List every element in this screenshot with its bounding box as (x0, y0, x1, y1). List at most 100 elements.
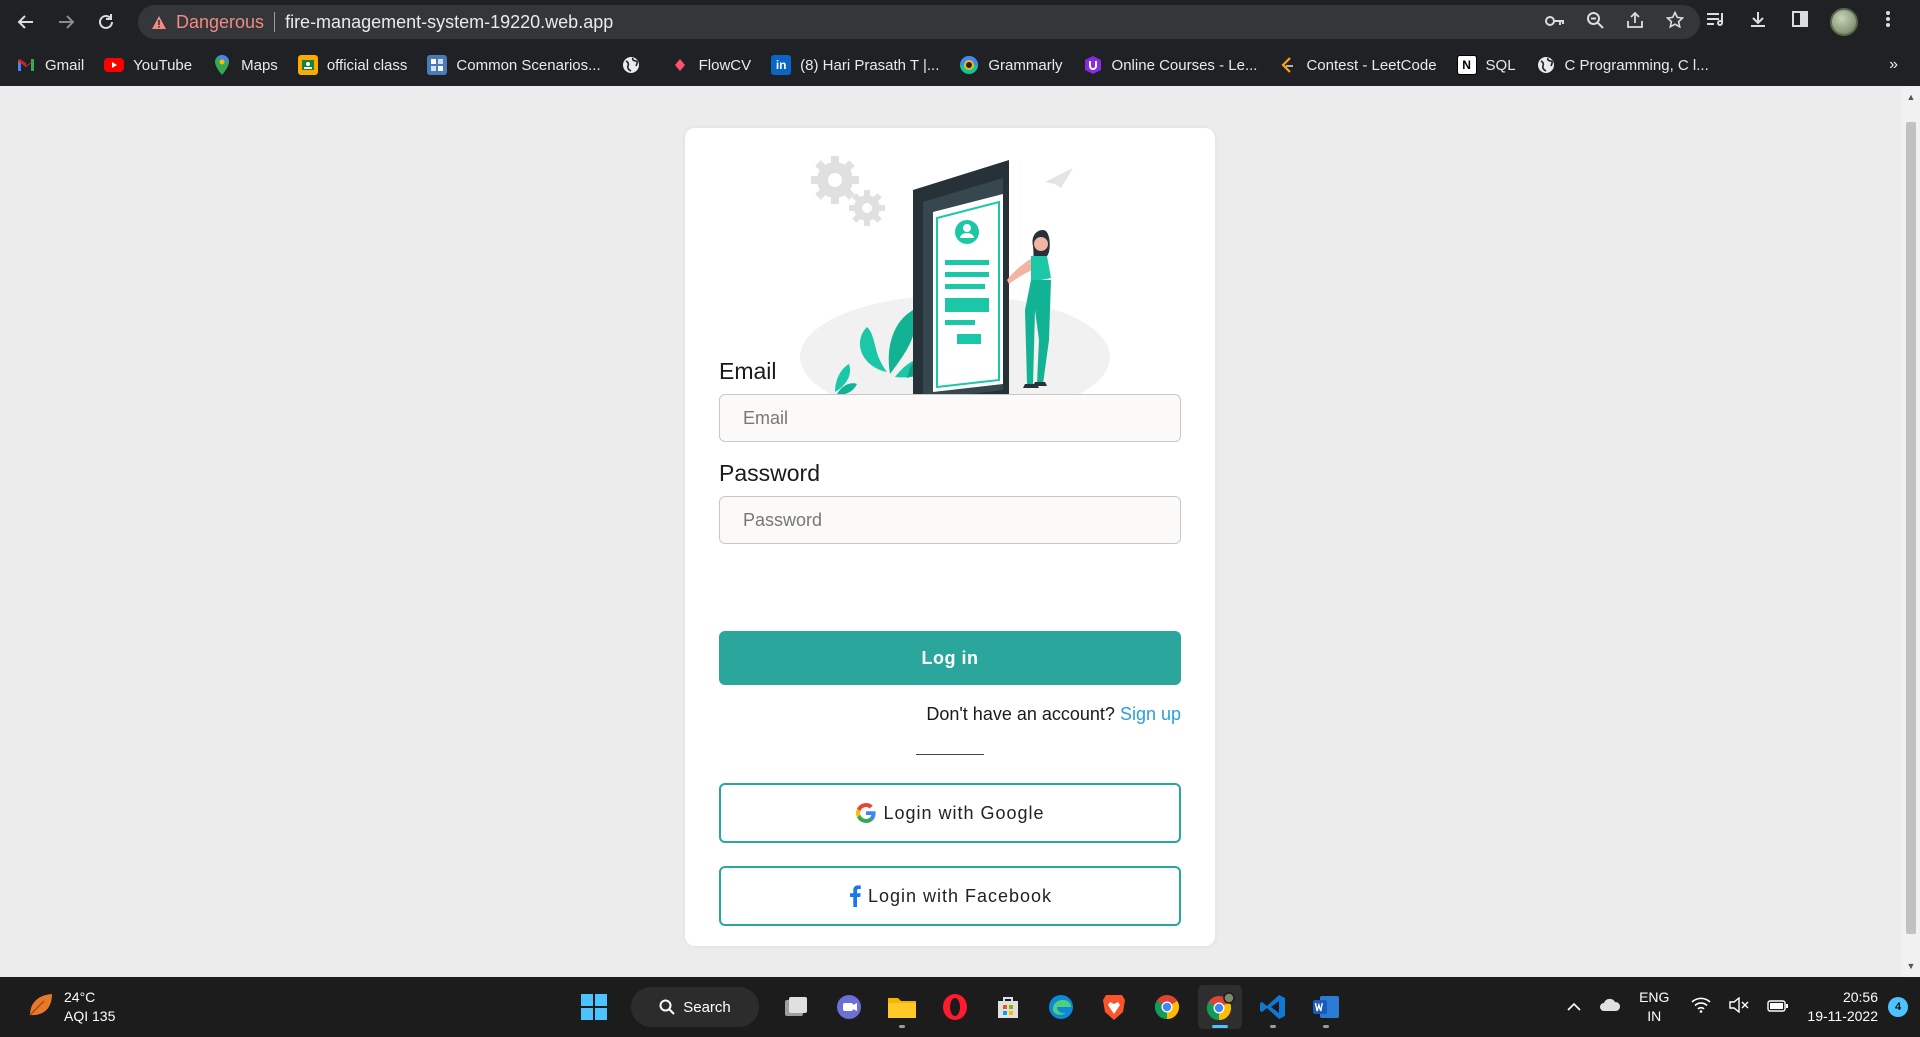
chrome-profile-icon[interactable] (1198, 985, 1242, 1029)
bookmark-leetcode[interactable]: Contest - LeetCode (1277, 55, 1437, 75)
address-bar[interactable]: Dangerous fire-management-system-19220.w… (138, 5, 1700, 39)
battery-icon[interactable] (1767, 999, 1789, 1016)
opera-icon[interactable] (933, 985, 977, 1029)
bookmark-maps[interactable]: Maps (212, 55, 278, 75)
vscode-icon[interactable] (1251, 985, 1295, 1029)
google-icon (855, 802, 877, 824)
globe-icon (621, 55, 641, 75)
reload-icon[interactable] (86, 0, 126, 44)
bookmark-official-class[interactable]: official class (297, 55, 407, 75)
running-indicator (1323, 1025, 1329, 1028)
security-status[interactable]: Dangerous (176, 12, 264, 33)
login-button[interactable]: Log in (719, 631, 1181, 685)
chrome-icon[interactable] (1145, 985, 1189, 1029)
bookmark-sql[interactable]: N SQL (1456, 55, 1516, 75)
login-card: Email Password Log in Don't have an acco… (685, 128, 1215, 946)
grammarly-icon (959, 55, 979, 75)
brave-icon[interactable] (1092, 985, 1136, 1029)
word-icon[interactable] (1304, 985, 1348, 1029)
taskbar: 24°C AQI 135 Search ENG IN 20:56 19-11-2… (0, 977, 1920, 1037)
divider (916, 754, 984, 755)
onedrive-cloud-icon[interactable] (1599, 998, 1621, 1016)
browser-toolbar: Dangerous fire-management-system-19220.w… (0, 0, 1920, 44)
bookmark-star-icon[interactable] (1664, 10, 1686, 34)
leetcode-icon (1277, 55, 1297, 75)
download-icon[interactable] (1746, 10, 1770, 34)
system-tray: ENG IN 20:56 19-11-2022 4 (1567, 977, 1920, 1037)
facebook-login-button[interactable]: Login with Facebook (719, 866, 1181, 926)
facebook-login-label: Login with Facebook (867, 885, 1053, 906)
notion-icon: N (1456, 55, 1477, 75)
email-label: Email (719, 358, 777, 384)
warning-icon (150, 13, 168, 31)
globe-icon (1536, 55, 1556, 75)
zoom-icon[interactable] (1584, 11, 1606, 34)
bookmark-youtube[interactable]: YouTube (104, 55, 192, 75)
taskbar-apps: Search (572, 985, 1348, 1029)
chevron-up-icon[interactable] (1567, 999, 1581, 1016)
bookmark-common-scenarios[interactable]: Common Scenarios... (427, 55, 601, 75)
no-account-text: Don't have an account? (926, 704, 1115, 724)
search-icon (659, 999, 675, 1015)
side-panel-icon[interactable] (1788, 10, 1812, 34)
bookmark-grammarly[interactable]: Grammarly (959, 55, 1063, 75)
clock[interactable]: 20:56 19-11-2022 (1807, 988, 1878, 1026)
bookmark-linkedin[interactable]: in (8) Hari Prasath T |... (771, 55, 939, 75)
reading-list-icon[interactable] (1704, 11, 1728, 33)
url-separator (274, 12, 276, 32)
bookmark-online-courses[interactable]: Online Courses - Le... (1083, 55, 1257, 75)
bookmark-gmail[interactable]: Gmail (16, 55, 84, 75)
share-icon[interactable] (1624, 11, 1646, 34)
google-login-label: Login with Google (883, 802, 1045, 823)
docs-icon (427, 55, 448, 75)
signup-link[interactable]: Sign up (1120, 704, 1181, 724)
page-scrollbar[interactable]: ▲ ▼ (1902, 86, 1920, 977)
udemy-icon (1083, 55, 1103, 75)
windows-start-icon[interactable] (572, 985, 616, 1029)
gmail-icon (16, 55, 36, 75)
weather-widget[interactable]: 24°C AQI 135 (26, 977, 115, 1037)
language-indicator[interactable]: ENG IN (1639, 988, 1669, 1026)
google-login-button[interactable]: Login with Google (719, 783, 1181, 843)
bookmark-flowcv[interactable]: FlowCV (670, 55, 751, 75)
wifi-icon[interactable] (1691, 997, 1711, 1017)
time: 20:56 (1842, 989, 1878, 1005)
scroll-down-arrow-icon[interactable]: ▼ (1902, 957, 1920, 975)
temperature: 24°C (64, 989, 96, 1005)
password-input[interactable] (719, 496, 1181, 544)
page-viewport: Email Password Log in Don't have an acco… (0, 86, 1902, 977)
edge-icon[interactable] (1039, 985, 1083, 1029)
running-indicator (899, 1025, 905, 1028)
scroll-up-arrow-icon[interactable]: ▲ (1902, 88, 1920, 106)
youtube-icon (104, 55, 125, 75)
notification-badge[interactable]: 4 (1888, 997, 1908, 1017)
more-bookmarks-chevron-icon[interactable]: » (1889, 44, 1898, 86)
facebook-icon (848, 885, 862, 907)
linkedin-icon: in (771, 55, 792, 75)
bookmarks-bar: Gmail YouTube Maps official class Common… (0, 44, 1920, 86)
taskbar-search[interactable]: Search (631, 987, 759, 1027)
scroll-thumb[interactable] (1906, 122, 1916, 934)
classroom-icon (297, 55, 318, 75)
menu-kebab-icon[interactable] (1876, 10, 1900, 34)
bookmark-globe[interactable] (621, 55, 650, 75)
email-input[interactable] (719, 394, 1181, 442)
microsoft-store-icon[interactable] (986, 985, 1030, 1029)
teams-chat-icon[interactable] (827, 985, 871, 1029)
back-arrow-icon[interactable] (6, 0, 46, 44)
password-label: Password (719, 460, 820, 486)
date: 19-11-2022 (1807, 1008, 1878, 1024)
signup-prompt: Don't have an account? Sign up (926, 704, 1181, 725)
volume-muted-icon[interactable] (1729, 996, 1749, 1017)
task-view-icon[interactable] (774, 985, 818, 1029)
forward-arrow-icon[interactable] (46, 0, 86, 44)
profile-avatar[interactable] (1830, 8, 1858, 36)
bookmark-c-programming[interactable]: C Programming, C l... (1536, 55, 1709, 75)
key-icon[interactable] (1544, 12, 1566, 32)
file-explorer-icon[interactable] (880, 985, 924, 1029)
url-text[interactable]: fire-management-system-19220.web.app (285, 12, 613, 33)
active-indicator (1212, 1025, 1228, 1028)
aqi: AQI 135 (64, 1008, 116, 1024)
login-illustration (800, 156, 1110, 400)
flowcv-icon (670, 55, 690, 75)
